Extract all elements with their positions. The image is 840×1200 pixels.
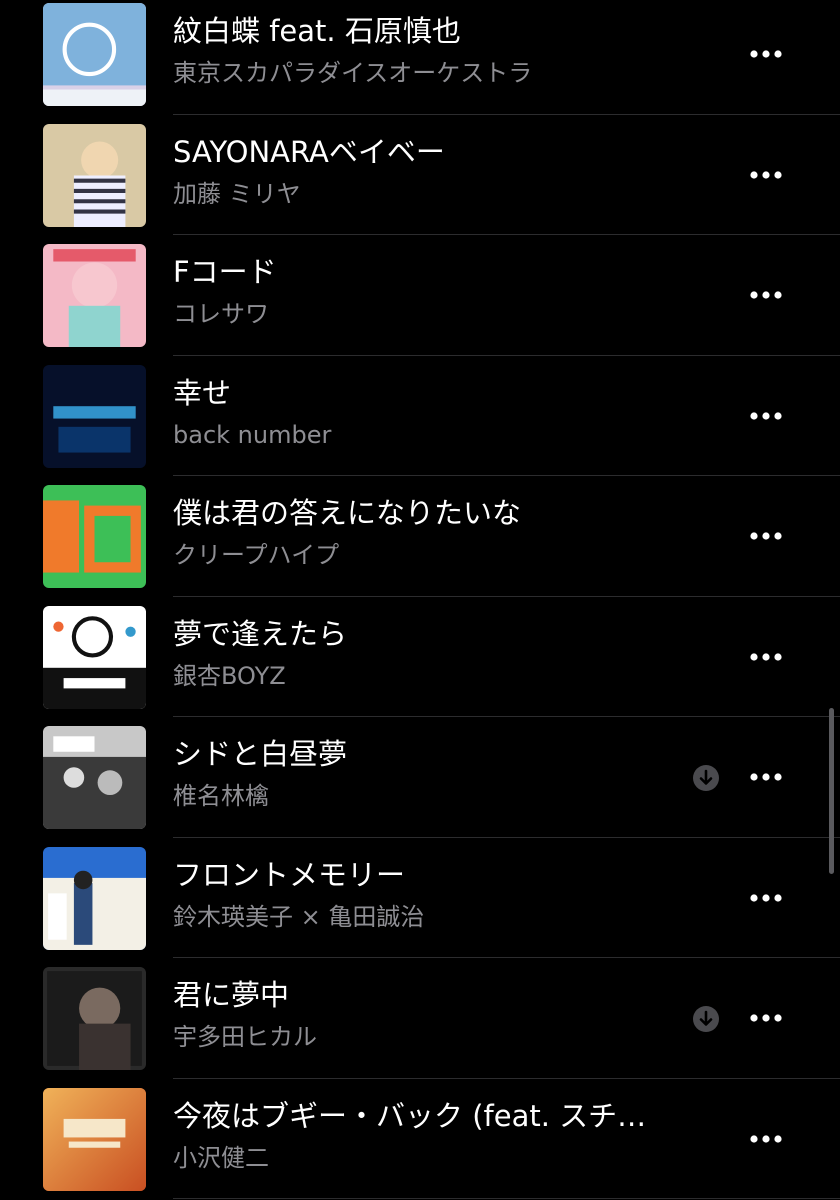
song-row[interactable]: 今夜はブギー・バック (feat. スチ… 小沢健二 (0, 1079, 840, 1199)
song-artist: 東京スカパラダイスオーケストラ (173, 59, 533, 87)
song-artist: 宇多田ヒカル (173, 1023, 317, 1051)
song-artist: back number (173, 420, 332, 449)
song-artist: 加藤 ミリヤ (173, 179, 301, 208)
ellipsis-icon[interactable] (744, 1127, 788, 1151)
song-row[interactable]: シドと白昼夢椎名林檎 (0, 717, 840, 838)
album-artwork (43, 3, 146, 106)
album-artwork (43, 605, 146, 709)
ellipsis-icon[interactable] (744, 524, 788, 548)
scrollbar[interactable] (829, 708, 834, 874)
ellipsis-icon[interactable] (744, 1006, 788, 1030)
ellipsis-icon[interactable] (744, 404, 788, 428)
song-title: 今夜はブギー・バック (feat. スチ… (173, 1098, 647, 1133)
ellipsis-icon[interactable] (744, 886, 788, 910)
ellipsis-icon[interactable] (744, 42, 788, 66)
song-row[interactable]: フロントメモリー鈴木瑛美子 × 亀田誠治 (0, 838, 840, 958)
row-divider (173, 1198, 840, 1199)
song-artist: 椎名林檎 (173, 782, 269, 810)
song-title: フロントメモリー (173, 857, 406, 892)
song-row[interactable]: 紋白蝶 feat. 石原慎也東京スカパラダイスオーケストラ (0, 0, 840, 115)
song-title: 君に夢中 (173, 978, 290, 1012)
album-artwork (43, 967, 146, 1070)
song-title: 僕は君の答えになりたいな (173, 496, 522, 530)
song-row[interactable]: 夢で逢えたら銀杏BOYZ (0, 597, 840, 717)
song-artist: クリープハイプ (173, 541, 340, 569)
song-title: Fコード (173, 255, 277, 289)
song-row[interactable]: 僕は君の答えになりたいなクリープハイプ (0, 476, 840, 597)
song-row[interactable]: SAYONARAベイベー加藤 ミリヤ (0, 115, 840, 235)
song-row[interactable]: 君に夢中宇多田ヒカル (0, 958, 840, 1079)
song-title: 紋白蝶 feat. 石原慎也 (173, 14, 461, 48)
song-artist: コレサワ (173, 300, 269, 328)
song-artist: 小沢健二 (173, 1143, 269, 1172)
ellipsis-icon[interactable] (744, 765, 788, 789)
song-title: シドと白昼夢 (173, 737, 348, 771)
downloaded-icon (693, 765, 719, 791)
song-title: SAYONARAベイベー (173, 134, 445, 169)
album-artwork (43, 364, 146, 468)
album-artwork (43, 1087, 146, 1191)
album-artwork (43, 485, 146, 588)
album-artwork (43, 123, 146, 227)
album-artwork (43, 726, 146, 829)
song-title: 夢で逢えたら (173, 616, 348, 651)
ellipsis-icon[interactable] (744, 283, 788, 307)
song-row[interactable]: 幸せ back number (0, 356, 840, 476)
song-list: 紋白蝶 feat. 石原慎也 東京スカパラダイスオーケストラ SAYONARAベイベ… (0, 0, 840, 1199)
ellipsis-icon[interactable] (744, 163, 788, 187)
song-artist: 銀杏BOYZ (173, 661, 286, 690)
ellipsis-icon[interactable] (744, 645, 788, 669)
song-row[interactable]: Fコードコレサワ (0, 235, 840, 356)
album-artwork (43, 846, 146, 950)
song-title: 幸せ (173, 375, 232, 410)
song-artist: 鈴木瑛美子 × 亀田誠治 (173, 902, 425, 931)
downloaded-icon (693, 1006, 719, 1032)
album-artwork (43, 244, 146, 347)
